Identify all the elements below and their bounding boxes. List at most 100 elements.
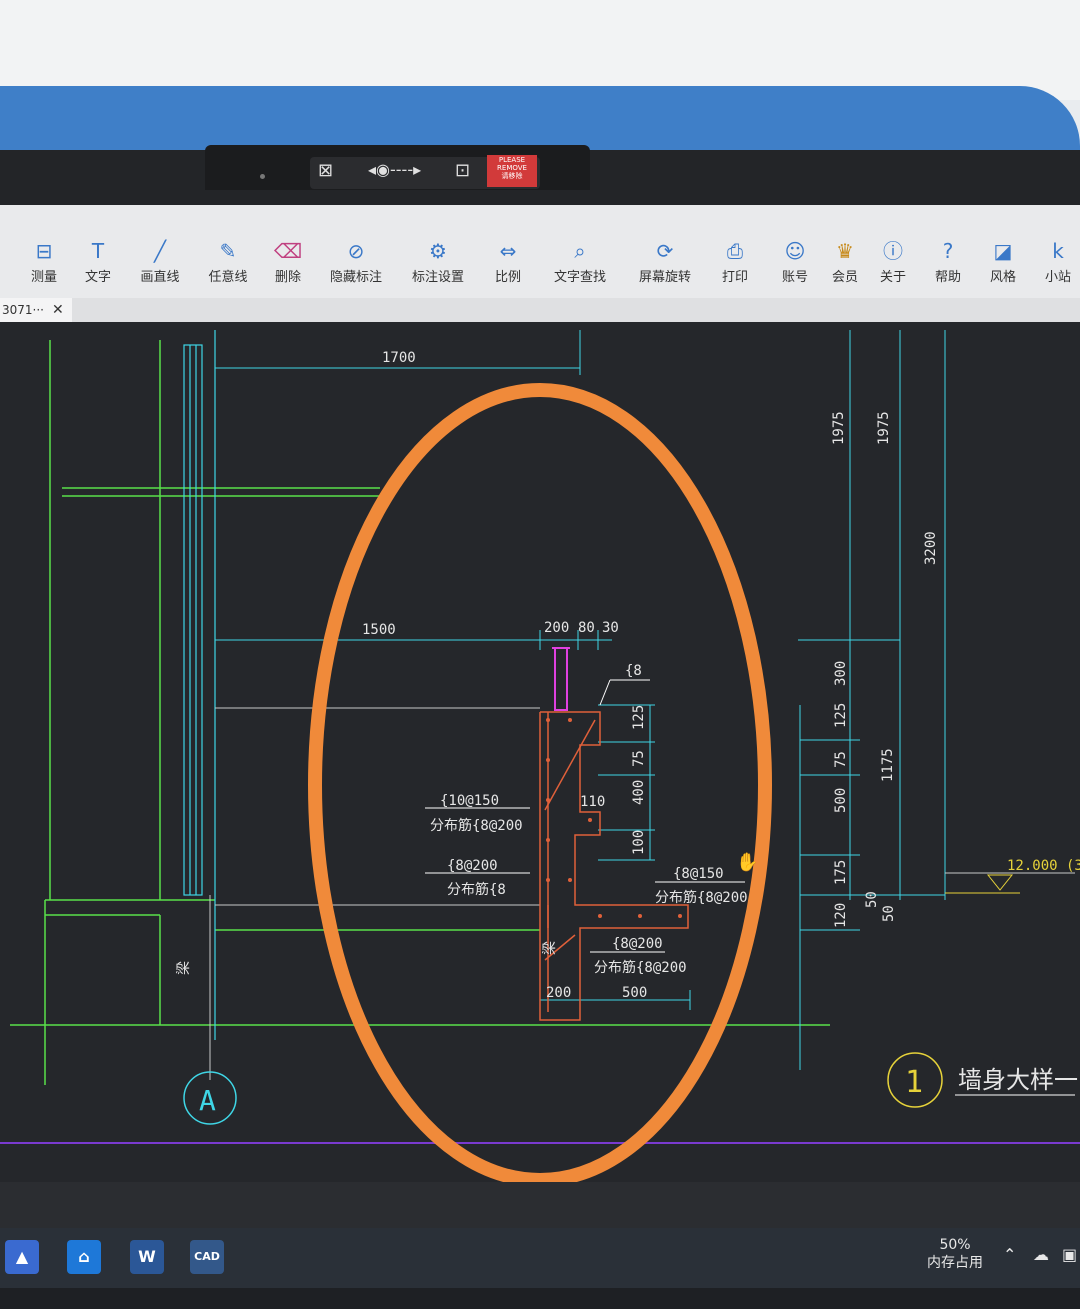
toolbar-label: 删除: [274, 270, 301, 285]
toolbar-button-printer[interactable]: ⎙ 打印: [705, 238, 765, 285]
elevation-value: 12.000: [1007, 858, 1058, 874]
toolbar-label: 文字: [84, 270, 111, 285]
camera-led: [260, 174, 265, 179]
dim-125-b: 125: [631, 705, 647, 730]
chevron-up-icon[interactable]: ⌃: [1003, 1245, 1016, 1264]
dim-50-a: 50: [864, 891, 880, 908]
hand-cursor-icon: ✋: [736, 851, 758, 873]
toolbar-label: 小站: [1044, 270, 1071, 285]
note-4b: 分布筋{8@200: [594, 959, 687, 976]
note-4a: {8@200: [612, 936, 663, 952]
toolbar-label: 关于: [879, 270, 906, 285]
elevation-mark: [945, 872, 1075, 894]
dim-175: 175: [833, 860, 849, 885]
toolbar-button-site[interactable]: k 小站: [1028, 238, 1080, 285]
toolbar-label: 标注设置: [411, 270, 464, 285]
pencil-icon: ✎: [219, 239, 237, 263]
toolbar-label: 隐藏标注: [329, 270, 382, 285]
info-icon: ⓘ: [883, 239, 903, 263]
dim-80: 80: [578, 620, 595, 636]
memory-label: 内存占用: [927, 1255, 983, 1271]
dim-500-a: 500: [833, 788, 849, 813]
toolbar-button-scale[interactable]: ⇔ 比例: [478, 238, 538, 285]
toolbar-button-measure[interactable]: ⊟ 测量: [14, 238, 74, 285]
text-icon: T: [91, 239, 105, 263]
measure-icon: ⊟: [35, 239, 53, 263]
note-2a: {8@200: [447, 858, 498, 874]
camera-off-icon: ⊠: [318, 160, 334, 181]
toolbar-button-pencil[interactable]: ✎ 任意线: [198, 238, 258, 285]
text-search-icon: ⌕: [574, 239, 586, 263]
toolbar-button-text-search[interactable]: ⌕ 文字查找: [550, 238, 610, 285]
toolbar-button-help[interactable]: ? 帮助: [918, 238, 978, 285]
toolbar-button-line[interactable]: ╱ 画直线: [130, 238, 190, 285]
dim-75-a: 75: [833, 751, 849, 768]
site-icon: k: [1052, 239, 1064, 263]
cad-drawing-svg: 1700 1500 200 80 30 1975 1975 3200 300 1…: [0, 330, 1080, 1187]
cad-drawing-canvas[interactable]: 1700 1500 200 80 30 1975 1975 3200 300 1…: [0, 322, 1080, 1187]
memory-percent: 50%: [939, 1237, 971, 1253]
parapet-magenta: [552, 647, 570, 711]
memory-indicator[interactable]: 50% 内存占用: [920, 1236, 990, 1272]
hide-eye-icon: ⊘: [347, 239, 365, 263]
toolbar-button-info[interactable]: ⓘ 关于: [863, 238, 923, 285]
remove-sticker: PLEASE REMOVE 请移除: [487, 155, 537, 187]
toolbar-label: 风格: [989, 270, 1016, 285]
tab-label: 3071···: [2, 303, 44, 317]
laptop-bottom-edge: [0, 1288, 1080, 1309]
toolbar-label: 屏幕旋转: [638, 270, 691, 285]
dim-1700: 1700: [382, 350, 416, 366]
toolbar-label: 文字查找: [553, 270, 606, 285]
slide-arrow-icon: ◂◉‑‑‑‑▸: [368, 160, 422, 179]
dim-200-b: 200: [546, 985, 571, 1001]
toolbar-label: 画直线: [140, 270, 180, 285]
note-1a: {10@150: [440, 793, 499, 809]
toolbar-button-rotate-screen[interactable]: ⟳ 屏幕旋转: [635, 238, 695, 285]
toolbar-button-annotation-settings[interactable]: ⚙ 标注设置: [408, 238, 468, 285]
toolbar-label: 测量: [30, 270, 57, 285]
dim-110: 110: [580, 794, 605, 810]
dim-50-b: 50: [881, 905, 897, 922]
printer-icon: ⎙: [727, 239, 743, 263]
dim-1500: 1500: [362, 622, 396, 638]
tray-app-icon[interactable]: ▣: [1062, 1245, 1077, 1264]
toolbar-label: 打印: [721, 270, 748, 285]
note-1b: 分布筋{8@200: [430, 817, 523, 834]
dim-1175: 1175: [880, 748, 896, 782]
toolbar-button-text[interactable]: T 文字: [68, 238, 128, 285]
dim-125-a: 125: [833, 703, 849, 728]
dim-1975-a: 1975: [831, 411, 847, 445]
note-top: {8: [625, 663, 642, 679]
tool-app-icon[interactable]: ⌂: [67, 1240, 101, 1274]
toolbar-label: 任意线: [208, 270, 248, 285]
eraser-icon: ⌫: [273, 239, 303, 263]
toolbar-button-style[interactable]: ◪ 风格: [973, 238, 1033, 285]
dim-100: 100: [631, 830, 647, 855]
cad-app-icon[interactable]: CAD: [190, 1240, 224, 1274]
note-beam: 梁: [542, 941, 558, 955]
tab-bar: [0, 298, 1080, 322]
note-3a: {8@150: [673, 866, 724, 882]
detail-number: 1: [905, 1065, 923, 1100]
rebar-dots: [546, 718, 682, 918]
dim-300: 300: [833, 661, 849, 686]
line-icon: ╱: [153, 239, 167, 263]
note-3b: 分布筋{8@200: [655, 889, 748, 906]
elevation-partial: (3: [1066, 858, 1080, 874]
word-app-icon[interactable]: W: [130, 1240, 164, 1274]
dim-75-b: 75: [631, 750, 647, 767]
dim-400: 400: [631, 780, 647, 805]
background-wall: [0, 0, 1080, 100]
toolbar-label: 比例: [494, 270, 521, 285]
cloud-icon[interactable]: ☁: [1033, 1245, 1049, 1264]
toolbar-label: 帮助: [934, 270, 961, 285]
detail-title: 墙身大样一: [958, 1066, 1078, 1094]
note-beam-left: 梁: [176, 961, 192, 975]
dim-1975-b: 1975: [876, 411, 892, 445]
toolbar-button-hide-eye[interactable]: ⊘ 隐藏标注: [326, 238, 386, 285]
photos-app-icon[interactable]: ▲: [5, 1240, 39, 1274]
dim-30: 30: [602, 620, 619, 636]
close-icon[interactable]: ✕: [52, 298, 64, 322]
scale-icon: ⇔: [499, 239, 517, 263]
toolbar-button-eraser[interactable]: ⌫ 删除: [258, 238, 318, 285]
